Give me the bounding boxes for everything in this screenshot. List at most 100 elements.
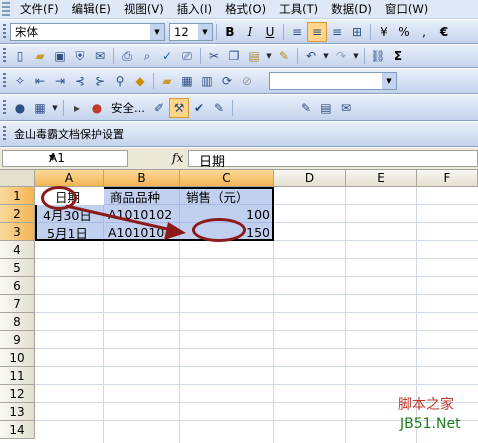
- column-header-d[interactable]: D: [274, 170, 346, 187]
- row-header-7[interactable]: 7: [0, 295, 35, 313]
- print-preview-icon[interactable]: ⌕: [137, 46, 157, 66]
- menu-edit[interactable]: 编辑(E): [66, 1, 118, 17]
- row-header-4[interactable]: 4: [0, 241, 35, 259]
- field-icon[interactable]: ⚲: [110, 71, 130, 91]
- format-painter-icon[interactable]: ✎: [274, 46, 294, 66]
- row-header-13[interactable]: 13: [0, 403, 35, 421]
- cut-icon[interactable]: ✂: [204, 46, 224, 66]
- undo-icon[interactable]: ↶: [301, 46, 321, 66]
- column-header-c[interactable]: C: [180, 170, 274, 187]
- refresh-icon[interactable]: ⟳: [217, 71, 237, 91]
- chart-icon[interactable]: ▥: [197, 71, 217, 91]
- copy-icon[interactable]: ❐: [224, 46, 244, 66]
- row-header-11[interactable]: 11: [0, 367, 35, 385]
- collapse-icon[interactable]: ⊱: [90, 71, 110, 91]
- expand-icon[interactable]: ⊰: [70, 71, 90, 91]
- row-header-8[interactable]: 8: [0, 313, 35, 331]
- autosum-icon[interactable]: Σ: [388, 46, 408, 66]
- cell-c1[interactable]: 销售（元）: [186, 187, 249, 205]
- comment-icon[interactable]: ✉: [336, 98, 356, 118]
- cell-a3[interactable]: 5月1日: [47, 223, 88, 241]
- select-all-corner[interactable]: [0, 170, 35, 187]
- comma-style-button[interactable]: ,: [414, 22, 434, 42]
- font-size-select[interactable]: 12 ▼: [169, 22, 213, 41]
- font-name-select[interactable]: 宋体 ▼: [10, 22, 165, 41]
- underline-button[interactable]: U: [260, 22, 280, 42]
- align-center-icon[interactable]: ≡: [307, 21, 327, 42]
- fx-icon[interactable]: fx: [172, 151, 183, 165]
- name-box[interactable]: A1 ▼: [2, 150, 128, 167]
- open-folder-icon[interactable]: ▰: [30, 46, 50, 66]
- print-icon[interactable]: ⎙: [117, 46, 137, 66]
- column-header-e[interactable]: E: [346, 170, 417, 187]
- toolbar-grip[interactable]: [3, 23, 6, 40]
- merge-center-icon[interactable]: ⊞: [347, 22, 367, 42]
- security-button[interactable]: 安全...: [107, 100, 149, 116]
- script-icon[interactable]: ✎: [209, 98, 229, 118]
- row-header-12[interactable]: 12: [0, 385, 35, 403]
- hyperlink-icon[interactable]: ⛓: [368, 46, 388, 66]
- row-header-10[interactable]: 10: [0, 349, 35, 367]
- chevron-down-icon[interactable]: ▼: [264, 52, 274, 60]
- row-header-5[interactable]: 5: [0, 259, 35, 277]
- cell-b1[interactable]: 商品品种: [110, 187, 160, 205]
- research-icon[interactable]: ⎚: [177, 46, 197, 66]
- chevron-down-icon[interactable]: ▼: [50, 104, 60, 112]
- promote-icon[interactable]: ⇤: [30, 71, 50, 91]
- euro-button[interactable]: €: [434, 22, 454, 42]
- cell-b3[interactable]: A1010102: [108, 223, 172, 241]
- toolbar-grip[interactable]: [3, 99, 6, 116]
- column-header-a[interactable]: A: [35, 170, 104, 187]
- chevron-down-icon[interactable]: ▼: [351, 52, 361, 60]
- chevron-down-icon[interactable]: ▼: [382, 73, 396, 89]
- chevron-down-icon[interactable]: ▼: [49, 153, 125, 162]
- row-header-14[interactable]: 14: [0, 421, 35, 439]
- worksheet-grid[interactable]: A B C D E F 1 2 3 4 5 6 7 8 9 10 11 12 1…: [0, 170, 478, 443]
- spelling-icon[interactable]: ✓: [157, 46, 177, 66]
- circle-icon[interactable]: ●: [10, 98, 30, 118]
- protection-settings-button[interactable]: 金山毒霸文档保护设置: [10, 126, 128, 142]
- permission-icon[interactable]: ⛨: [70, 46, 90, 66]
- design-mode-icon[interactable]: ✐: [149, 98, 169, 118]
- grid-icon[interactable]: ▦: [30, 98, 50, 118]
- edit-icon[interactable]: ✎: [296, 98, 316, 118]
- toolbar-grip[interactable]: [3, 48, 6, 64]
- toolbar-grip[interactable]: [3, 73, 6, 89]
- menu-grip[interactable]: [2, 2, 10, 16]
- menu-format[interactable]: 格式(O): [219, 1, 273, 17]
- cell-b2[interactable]: A1010102: [108, 205, 172, 223]
- demote-icon[interactable]: ⇥: [50, 71, 70, 91]
- sparkle-icon[interactable]: ✧: [10, 71, 30, 91]
- column-header-b[interactable]: B: [104, 170, 180, 187]
- italic-button[interactable]: I: [240, 22, 260, 42]
- menu-window[interactable]: 窗口(W): [379, 1, 435, 17]
- chevron-down-icon[interactable]: ▼: [321, 52, 331, 60]
- table-icon[interactable]: ▦: [177, 71, 197, 91]
- currency-cny-icon[interactable]: ¥: [374, 22, 394, 42]
- row-header-6[interactable]: 6: [0, 277, 35, 295]
- menu-tools[interactable]: 工具(T): [273, 1, 325, 17]
- toolbar-grip[interactable]: [3, 126, 6, 142]
- row-header-2[interactable]: 2: [0, 205, 35, 223]
- row-header-3[interactable]: 3: [0, 223, 35, 241]
- document-icon[interactable]: ▤: [316, 98, 336, 118]
- redo-icon[interactable]: ↷: [331, 46, 351, 66]
- menu-data[interactable]: 数据(D): [325, 1, 379, 17]
- menu-insert[interactable]: 插入(I): [171, 1, 219, 17]
- check-icon[interactable]: ✔: [189, 98, 209, 118]
- email-icon[interactable]: ✉: [90, 46, 110, 66]
- bold-button[interactable]: B: [220, 22, 240, 42]
- chevron-down-icon[interactable]: ▼: [150, 23, 164, 40]
- paste-icon[interactable]: ▤: [244, 46, 264, 66]
- record-icon[interactable]: ●: [87, 98, 107, 118]
- menu-file[interactable]: 文件(F): [14, 1, 66, 17]
- formula-input[interactable]: 日期: [188, 150, 478, 170]
- row-header-1[interactable]: 1: [0, 187, 35, 205]
- row-header-9[interactable]: 9: [0, 331, 35, 349]
- run-icon[interactable]: ▸: [67, 98, 87, 118]
- new-document-icon[interactable]: ▯: [10, 46, 30, 66]
- align-left-icon[interactable]: ≡: [287, 22, 307, 42]
- warning-icon[interactable]: ◆: [130, 71, 150, 91]
- chevron-down-icon[interactable]: ▼: [198, 23, 212, 40]
- percent-button[interactable]: %: [394, 22, 414, 42]
